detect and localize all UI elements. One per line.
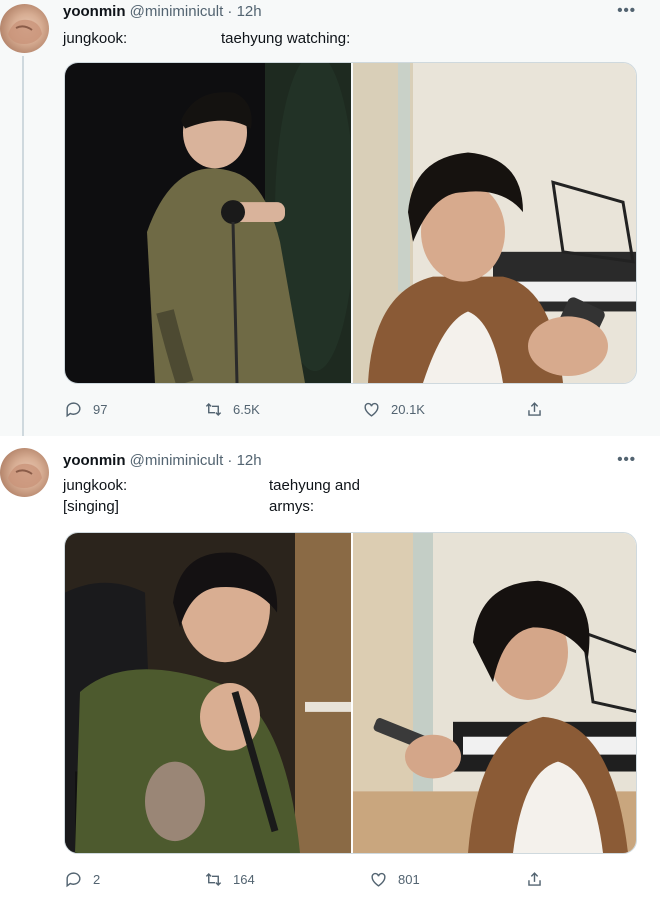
like-button[interactable]: 801 [369,870,420,889]
reply-icon [66,872,81,888]
media-grid[interactable] [64,532,637,854]
retweet-icon [205,402,222,417]
reply-button[interactable]: 2 [64,870,100,889]
reply-count: 97 [93,402,108,417]
like-button[interactable]: 20.1K [362,400,425,419]
tweet-text-right-1: taehyung watching: [221,30,351,47]
photo-right[interactable] [353,533,636,853]
handle[interactable]: @miniminicult [130,452,224,469]
photo-right[interactable] [353,63,636,383]
retweet-button[interactable]: 164 [204,870,255,889]
reply-icon [66,402,81,418]
share-icon [528,872,541,886]
timestamp[interactable]: 12h [237,452,262,469]
like-count: 801 [398,872,420,887]
tweet-header: yoonmin @miniminicult · 12h [63,452,262,469]
timestamp[interactable]: 12h [237,3,262,20]
avatar[interactable] [0,448,49,497]
share-button[interactable] [525,870,544,889]
retweet-button[interactable]: 6.5K [204,400,260,419]
tweet-text-left-1: jungkook: [63,30,128,47]
like-icon [371,872,386,887]
tweet-header: yoonmin @miniminicult · 12h [63,3,262,20]
separator: · [227,3,233,20]
retweet-count: 6.5K [233,402,260,417]
like-count: 20.1K [391,402,425,417]
thread-line [22,56,24,436]
share-button[interactable] [525,400,544,419]
photo-left[interactable] [65,533,351,853]
reply-count: 2 [93,872,101,887]
tweet-actions: 97 6.5K 20.1K [64,400,584,422]
share-icon [528,402,541,416]
tweet-text-left-1: jungkook: [63,477,128,494]
more-icon[interactable]: ••• [617,451,636,468]
like-icon [364,402,379,417]
retweet-count: 164 [233,872,255,887]
tweet-text-left-2: [singing] [63,498,119,515]
tweet-2[interactable]: yoonmin @miniminicult · 12h ••• jungkook… [0,436,660,899]
tweet-actions: 2 164 801 [64,870,584,892]
tweet-text-right-2: armys: [269,498,314,515]
display-name[interactable]: yoonmin [63,3,126,20]
tweet-1[interactable]: yoonmin @miniminicult · 12h ••• jungkook… [0,0,660,436]
display-name[interactable]: yoonmin [63,452,126,469]
retweet-icon [205,872,222,887]
photo-left[interactable] [65,63,351,383]
separator: · [227,452,233,469]
handle[interactable]: @miniminicult [130,3,224,20]
avatar[interactable] [0,4,49,53]
media-grid[interactable] [64,62,637,384]
more-icon[interactable]: ••• [617,2,636,19]
reply-button[interactable]: 97 [64,400,107,419]
tweet-text-right-1: taehyung and [269,477,360,494]
